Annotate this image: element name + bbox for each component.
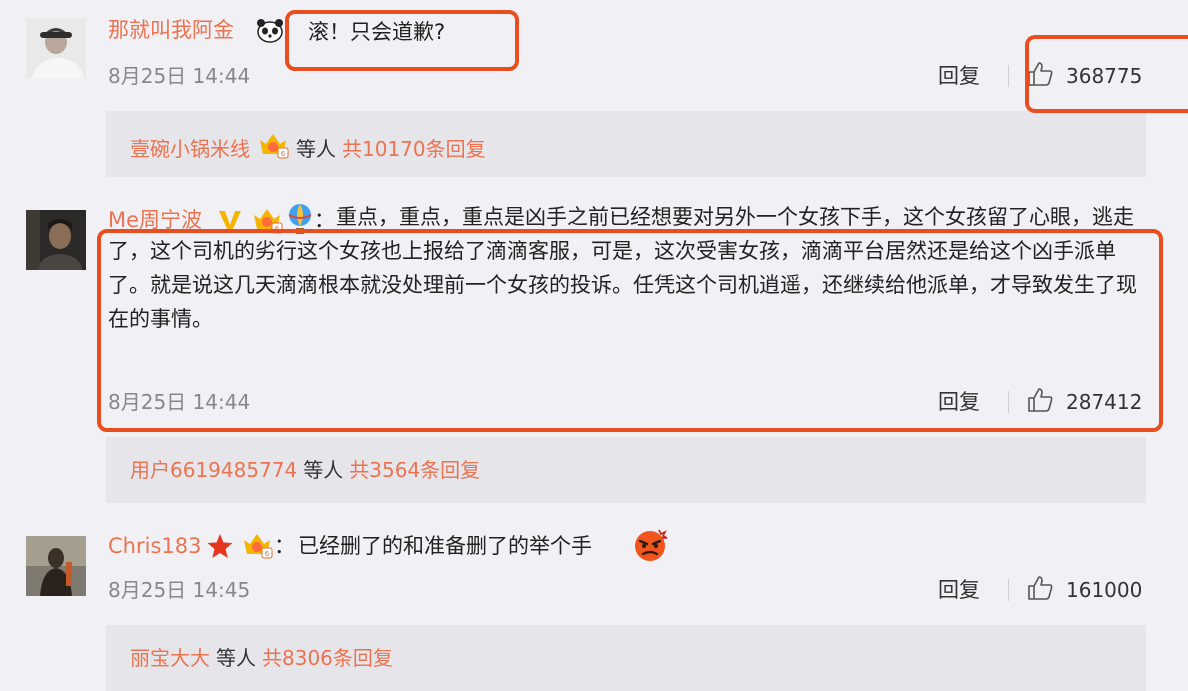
reply-user[interactable]: 壹碗小锅米线 xyxy=(130,135,250,163)
thumbs-up-icon[interactable] xyxy=(1026,574,1054,602)
reply-button[interactable]: 回复 xyxy=(938,577,980,603)
svg-text:6: 6 xyxy=(265,550,270,558)
comment-text: 已经删了的和准备删了的举个手 xyxy=(298,534,592,558)
vip-crown-icon: 6 xyxy=(256,130,290,167)
username[interactable]: 那就叫我阿金 xyxy=(108,16,234,44)
highlight-box-like-count xyxy=(1025,35,1188,113)
reply-etc: 等人 xyxy=(216,646,256,670)
reply-user[interactable]: 用户6619485774 xyxy=(130,456,297,484)
vip-crown-icon: 6 xyxy=(240,530,274,564)
reply-count[interactable]: 共3564条回复 xyxy=(349,456,480,484)
like-count: 161000 xyxy=(1066,578,1143,602)
reply-summary[interactable]: 用户6619485774 等人 共3564条回复 xyxy=(106,437,1146,503)
timestamp: 8月25日 14:44 xyxy=(108,64,251,88)
reply-count[interactable]: 共10170条回复 xyxy=(342,135,486,163)
reply-count[interactable]: 共8306条回复 xyxy=(262,644,393,672)
svg-text:6: 6 xyxy=(281,150,286,158)
divider xyxy=(1008,65,1009,87)
highlight-box-comment-text xyxy=(285,10,519,71)
comment-colon: ： xyxy=(274,534,295,558)
avatar[interactable] xyxy=(26,210,86,270)
angry-face-emoji-icon xyxy=(632,527,668,567)
reply-user[interactable]: 丽宝大大 xyxy=(130,644,210,672)
divider xyxy=(1008,579,1009,601)
reply-summary[interactable]: 壹碗小锅米线 6 等人 共10170条回复 xyxy=(106,111,1146,177)
avatar[interactable] xyxy=(26,536,86,596)
reply-button[interactable]: 回复 xyxy=(938,63,980,89)
avatar[interactable] xyxy=(26,18,86,78)
red-star-icon xyxy=(206,532,234,564)
reply-summary[interactable]: 丽宝大大 等人 共8306条回复 xyxy=(106,625,1146,691)
reply-etc: 等人 xyxy=(303,458,344,482)
timestamp: 8月25日 14:45 xyxy=(108,578,251,602)
reply-etc: 等人 xyxy=(296,136,336,161)
username[interactable]: Chris183 xyxy=(108,532,201,560)
highlight-box-long-comment xyxy=(97,229,1163,432)
panda-emoji-icon xyxy=(256,18,284,48)
